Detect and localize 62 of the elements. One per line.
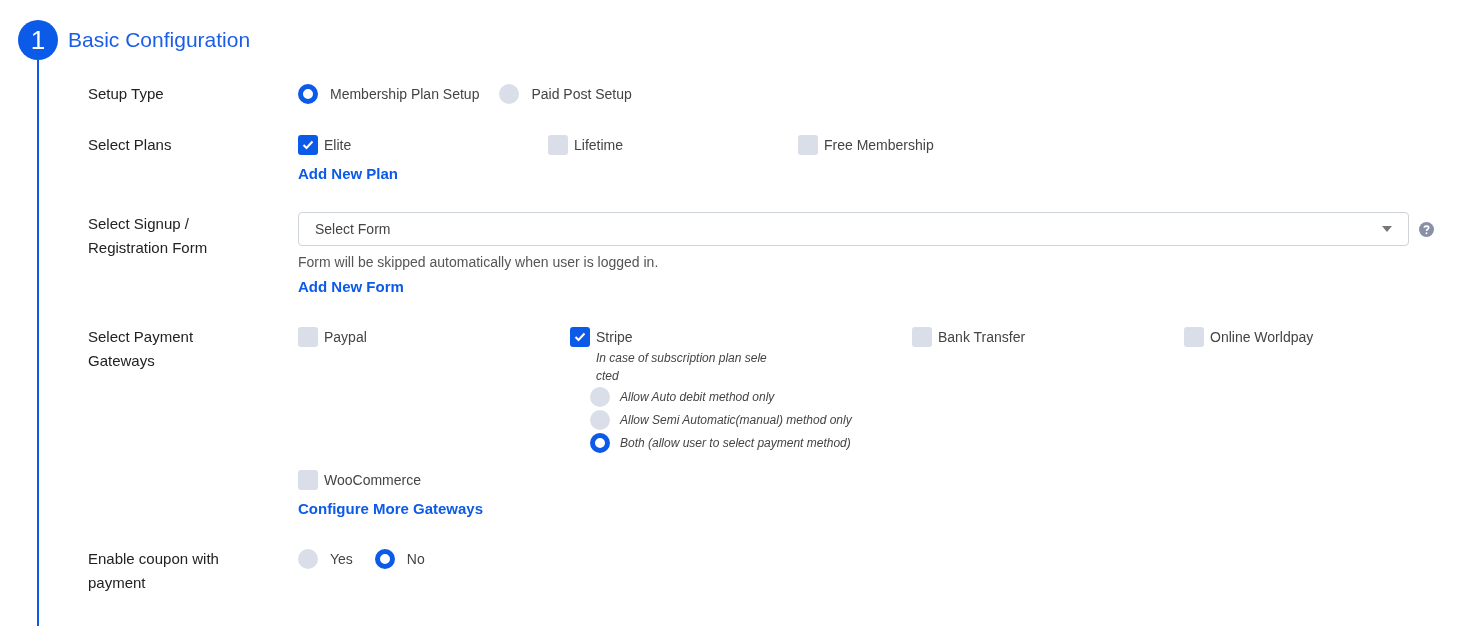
checkbox-option[interactable]: Elite [298,133,548,157]
field-label: Select Payment Gateways [88,327,195,371]
checkbox[interactable] [570,327,590,347]
checkbox-option[interactable]: Lifetime [548,133,798,157]
checkbox-option[interactable]: WooCommerce [298,468,570,492]
help-icon[interactable] [1419,221,1434,237]
checkmark-icon [574,332,586,342]
option-label: Stripe [596,329,633,345]
radio-option[interactable]: Allow Semi Automatic(manual) method only [590,409,912,431]
field-label: Select Plans [88,135,173,155]
hint-text: Form will be skipped automatically when user is logged in. [298,254,660,270]
option-label: Online Worldpay [1210,329,1314,345]
radio-option[interactable]: Paid Post Setup [499,84,632,104]
checkbox[interactable] [798,135,818,155]
radio-button[interactable] [298,549,318,569]
add-form-link[interactable]: Add New Form [298,278,404,295]
option-label: Lifetime [574,137,624,153]
option-label: Allow Semi Automatic(manual) method only [620,413,852,427]
checkbox[interactable] [912,327,932,347]
add-plan-link[interactable]: Add New Plan [298,165,398,182]
field-label: Select Signup / Registration Form [88,214,209,258]
option-label: WooCommerce [324,472,421,488]
checkbox-option[interactable]: Bank Transfer [912,325,1184,349]
radio-option[interactable]: Yes [298,549,353,569]
field-label: Setup Type [88,84,165,104]
option-label: Membership Plan Setup [330,86,480,102]
checkbox-option[interactable]: Stripe [570,325,912,349]
option-label: Paypal [324,329,367,345]
radio-option[interactable]: Both (allow user to select payment method) [590,432,912,454]
radio-button[interactable] [590,410,610,430]
option-label: Allow Auto debit method only [620,390,775,404]
step-number: 1 [18,20,58,60]
option-label: Bank Transfer [938,329,1026,345]
checkbox[interactable] [298,327,318,347]
note-text: In case of subscription plan selected [596,350,768,385]
checkbox[interactable] [298,470,318,490]
checkbox-option[interactable]: Free Membership [798,133,1048,157]
option-label: Elite [324,137,352,153]
option-label: No [406,551,425,567]
option-label: Yes [330,551,353,567]
form-select[interactable]: Select Form [298,212,1409,246]
checkbox[interactable] [1184,327,1204,347]
radio-option[interactable]: Membership Plan Setup [298,84,480,104]
option-label: Both (allow user to select payment method) [620,436,851,450]
radio-button[interactable] [298,84,318,104]
checkbox[interactable] [548,135,568,155]
checkbox[interactable] [298,135,318,155]
checkmark-icon [302,140,314,150]
checkbox-option[interactable]: Online Worldpay [1184,325,1456,349]
radio-option[interactable]: Allow Auto debit method only [590,386,912,408]
field-label: Enable coupon with payment [88,549,220,593]
section-title: Basic Configuration [68,27,252,53]
radio-option[interactable]: No [374,549,425,569]
radio-button[interactable] [499,84,520,104]
radio-button[interactable] [590,387,610,407]
configure-gateways-link[interactable]: Configure More Gateways [298,500,484,517]
option-label: Paid Post Setup [531,86,632,102]
option-label: Free Membership [824,137,934,153]
caret-icon [1382,226,1392,232]
radio-button[interactable] [590,433,610,453]
radio-button[interactable] [374,549,395,569]
checkbox-option[interactable]: Paypal [298,325,570,349]
